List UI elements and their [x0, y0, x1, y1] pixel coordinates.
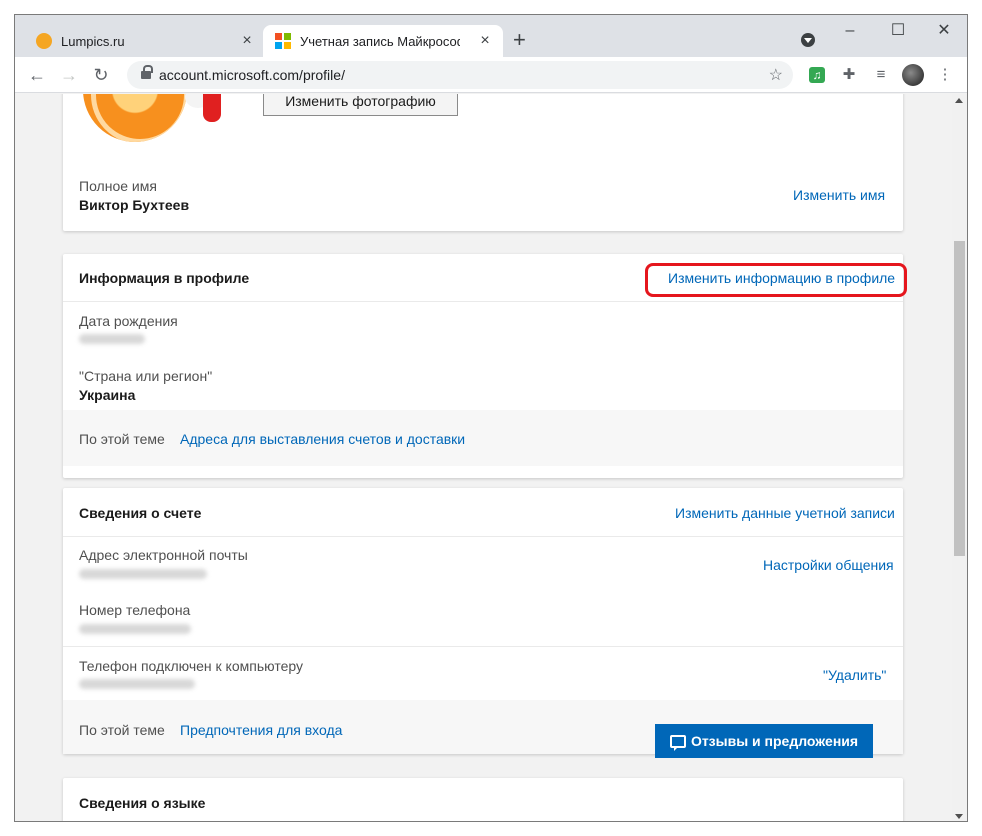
- pc-phone-label: Телефон подключен к компьютеру: [79, 658, 303, 674]
- phone-label: Номер телефона: [79, 602, 191, 618]
- tab-close-icon[interactable]: ×: [239, 33, 255, 49]
- email-label: Адрес электронной почты: [79, 547, 248, 563]
- music-extension-icon[interactable]: ♫: [809, 67, 825, 83]
- feedback-bubble-icon: [669, 734, 686, 751]
- feedback-button-label: Отзывы и предложения: [690, 733, 859, 749]
- maximize-button[interactable]: ☐: [875, 19, 921, 43]
- profile-info-title: Информация в профиле: [79, 270, 250, 286]
- divider: [63, 301, 903, 302]
- browser-toolbar: ← → ↻ account.microsoft.com/profile/ ☆ ♫…: [15, 57, 967, 93]
- feedback-button[interactable]: Отзывы и предложения: [655, 724, 873, 758]
- full-name-label: Полное имя: [79, 178, 157, 194]
- puzzle-extensions-icon[interactable]: ✚: [839, 65, 859, 85]
- country-label: "Страна или регион": [79, 368, 213, 384]
- back-arrow-icon[interactable]: ←: [25, 63, 49, 87]
- communication-settings-link[interactable]: Настройки общения: [763, 557, 894, 573]
- related-label: По этой теме: [79, 722, 165, 738]
- forward-arrow-icon[interactable]: →: [57, 63, 81, 87]
- tab-title: Lumpics.ru: [61, 33, 125, 49]
- change-photo-button[interactable]: Изменить фотографию: [263, 94, 458, 116]
- tab-microsoft-account[interactable]: Учетная запись Майкрософт | Ye ×: [263, 25, 503, 57]
- reload-icon[interactable]: ↻: [89, 63, 113, 87]
- birthdate-value-blurred: [79, 334, 145, 344]
- billing-addresses-link[interactable]: Адреса для выставления счетов и доставки: [180, 431, 465, 447]
- edit-account-link[interactable]: Изменить данные учетной записи: [675, 505, 895, 521]
- edit-profile-info-link[interactable]: Изменить информацию в профиле: [668, 270, 895, 286]
- language-info-title: Сведения о языке: [79, 795, 206, 811]
- phone-value-blurred: [79, 624, 191, 634]
- tab-strip: Lumpics.ru × Учетная запись Майкрософт |…: [15, 15, 967, 57]
- tab-lumpics[interactable]: Lumpics.ru ×: [23, 25, 265, 57]
- profile-info-card: Информация в профиле Изменить информацию…: [63, 254, 907, 478]
- profile-photo-card: Изменить фотографию Полное имя Виктор Бу…: [63, 94, 903, 231]
- tab-title: Учетная запись Майкрософт | Ye: [300, 33, 460, 49]
- page-content: Изменить фотографию Полное имя Виктор Бу…: [15, 94, 953, 821]
- profile-photo: [83, 94, 187, 142]
- new-tab-button[interactable]: +: [513, 29, 526, 51]
- remove-link[interactable]: "Удалить": [823, 667, 886, 683]
- full-name-value: Виктор Бухтеев: [79, 197, 190, 213]
- pc-phone-value-blurred: [79, 679, 195, 689]
- url-text[interactable]: account.microsoft.com/profile/: [159, 67, 345, 83]
- kebab-menu-icon[interactable]: ⋮: [935, 65, 955, 85]
- star-icon[interactable]: ☆: [769, 65, 783, 85]
- scroll-down-icon[interactable]: [955, 814, 963, 819]
- avatar[interactable]: [902, 64, 924, 86]
- santa-hat-red-decoration: [203, 94, 221, 122]
- divider: [63, 646, 903, 647]
- divider: [63, 536, 903, 537]
- address-bar[interactable]: account.microsoft.com/profile/ ☆: [127, 61, 793, 89]
- lock-icon[interactable]: [141, 65, 153, 80]
- page-scrollbar[interactable]: [952, 94, 967, 821]
- account-info-title: Сведения о счете: [79, 505, 202, 521]
- lumpics-favicon-icon: [36, 33, 52, 49]
- media-queue-icon[interactable]: ≡: [871, 65, 891, 85]
- scroll-thumb[interactable]: [954, 241, 965, 556]
- tab-close-icon[interactable]: ×: [477, 33, 493, 49]
- account-info-card: Сведения о счете Изменить данные учетной…: [63, 488, 903, 754]
- related-label: По этой теме: [79, 431, 165, 447]
- email-value-blurred: [79, 569, 207, 579]
- scroll-up-icon[interactable]: [955, 98, 963, 103]
- change-name-link[interactable]: Изменить имя: [793, 187, 885, 203]
- microsoft-favicon-icon: [275, 33, 291, 49]
- country-value: Украина: [79, 387, 136, 403]
- sign-in-preferences-link[interactable]: Предпочтения для входа: [180, 722, 342, 738]
- browser-window: Lumpics.ru × Учетная запись Майкрософт |…: [14, 14, 968, 822]
- close-window-button[interactable]: ✕: [921, 19, 967, 43]
- birthdate-label: Дата рождения: [79, 313, 178, 329]
- language-info-card: Сведения о языке: [63, 778, 903, 821]
- minimize-button[interactable]: –: [827, 19, 873, 43]
- tab-search-dropdown-icon[interactable]: [801, 33, 815, 47]
